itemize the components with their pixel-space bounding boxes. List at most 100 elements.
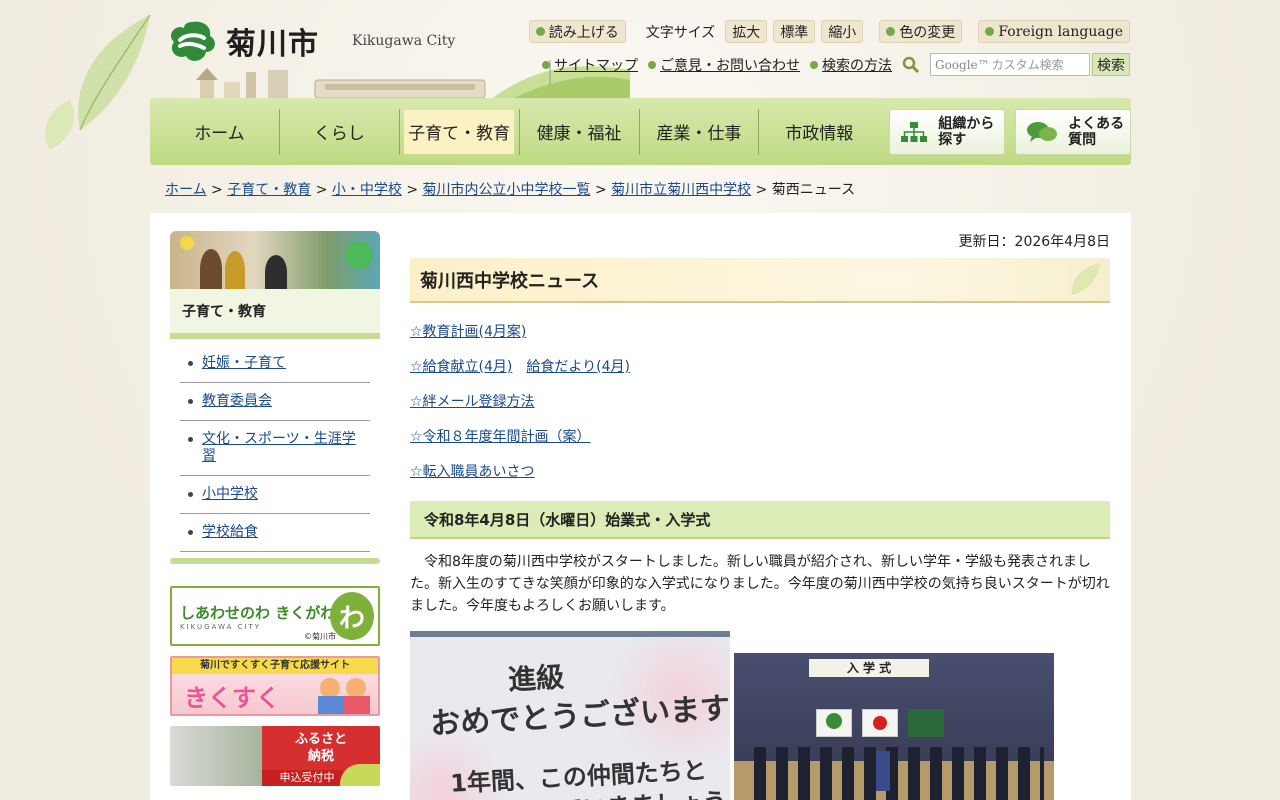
nav-industry-label: 産業・仕事 bbox=[656, 124, 742, 144]
breadcrumb-school-list[interactable]: 菊川市内公立小中学校一覧 bbox=[423, 182, 591, 198]
sidebar-item-culture-sports[interactable]: 文化・スポーツ・生涯学習 bbox=[180, 421, 370, 476]
nav-home-label: ホーム bbox=[194, 124, 245, 144]
ceremony-sign: 入 学 式 bbox=[809, 659, 929, 677]
kikusuku-banner[interactable]: 菊川ですくすく子育て応援サイト きくすく bbox=[170, 656, 380, 716]
link-row: ☆絆メール登録方法 bbox=[410, 391, 1110, 411]
search-input[interactable]: Google™ カスタム検索 bbox=[930, 53, 1090, 76]
banner1-credit: ©菊川市 bbox=[304, 632, 336, 641]
sidebar-item-label[interactable]: 文化・スポーツ・生涯学習 bbox=[202, 431, 356, 464]
utility-links: サイトマップ ご意見・お問い合わせ 検索の方法 Google™ カスタム検索 検… bbox=[542, 53, 1130, 76]
breadcrumb-separator: > bbox=[406, 182, 423, 198]
breadcrumb-separator: > bbox=[211, 182, 228, 198]
banner1-sub: KIKUGAWA CITY bbox=[180, 622, 262, 631]
kizuna-mail-link[interactable]: ☆絆メール登録方法 bbox=[410, 394, 535, 410]
color-change-button[interactable]: 色の変更 bbox=[879, 20, 963, 43]
sidebar-item-label[interactable]: 学校給食 bbox=[202, 524, 258, 540]
faq-button[interactable]: よくある 質問 bbox=[1015, 108, 1132, 155]
main-container: 子育て・教育 妊娠・子育て 教育委員会 文化・スポーツ・生涯学習 小中学校 学校… bbox=[150, 213, 1131, 800]
search-icon bbox=[902, 56, 920, 73]
sidebar-item-schools[interactable]: 小中学校 bbox=[180, 476, 370, 514]
wa-mark-icon: わ bbox=[330, 592, 374, 640]
foreign-language-button[interactable]: Foreign language bbox=[978, 20, 1130, 43]
leaf-decoration bbox=[45, 14, 151, 150]
link-row: ☆教育計画(4月案) bbox=[410, 321, 1110, 341]
nav-childcare-education[interactable]: 子育て・教育 bbox=[400, 108, 520, 155]
lunch-newsletter-link[interactable]: 給食だより(4月) bbox=[526, 359, 630, 375]
sidebar-item-school-lunch[interactable]: 学校給食 bbox=[180, 514, 370, 552]
nav-childcare-label: 子育て・教育 bbox=[404, 109, 515, 154]
breadcrumb-home[interactable]: ホーム bbox=[165, 182, 207, 198]
org-search-label: 組織から 探す bbox=[938, 115, 995, 148]
read-aloud-button[interactable]: 読み上げる bbox=[528, 20, 626, 43]
promotion-message-photo: 進級 おめでとうございます 1年間、この仲間たちと 一緒に頑張っていきましょう！ bbox=[410, 631, 730, 800]
search-method-link[interactable]: 検索の方法 bbox=[810, 55, 892, 75]
banner3-line2: 納税 bbox=[307, 749, 334, 764]
faq-label: よくある 質問 bbox=[1068, 115, 1125, 148]
logo-subtitle: Kikugawa City bbox=[352, 33, 456, 49]
breadcrumb-schools[interactable]: 小・中学校 bbox=[332, 182, 402, 198]
org-chart-icon bbox=[901, 121, 928, 142]
sidebar-item-label[interactable]: 小中学校 bbox=[202, 486, 258, 502]
leaf-icon bbox=[1071, 262, 1100, 295]
global-nav: ホーム くらし 子育て・教育 健康・福祉 産業・仕事 市政情報 組織から 探す … bbox=[150, 98, 1132, 165]
bullet-icon bbox=[535, 27, 545, 36]
sidebar-item-board-of-education[interactable]: 教育委員会 bbox=[180, 383, 370, 421]
font-standard-button[interactable]: 標準 bbox=[773, 20, 816, 43]
contact-label: ご意見・お問い合わせ bbox=[660, 57, 800, 74]
bullet-icon bbox=[886, 27, 896, 36]
google-mark: Google™ bbox=[935, 57, 990, 72]
sidebar-item-pregnancy-childcare[interactable]: 妊娠・子育て bbox=[180, 345, 370, 383]
breadcrumb-childcare[interactable]: 子育て・教育 bbox=[227, 182, 311, 198]
annual-plan-link[interactable]: ☆令和８年度年間計画（案） bbox=[410, 429, 591, 445]
link-row: ☆給食献立(4月) 給食だより(4月) bbox=[410, 356, 1110, 376]
sitemap-label: サイトマップ bbox=[554, 57, 638, 74]
sidebar: 子育て・教育 妊娠・子育て 教育委員会 文化・スポーツ・生涯学習 小中学校 学校… bbox=[170, 231, 380, 786]
search-button[interactable]: 検索 bbox=[1092, 53, 1130, 76]
document-links: ☆教育計画(4月案) ☆給食献立(4月) 給食だより(4月) ☆絆メール登録方法 … bbox=[410, 321, 1110, 481]
banner2-top: 菊川ですくすく子育て応援サイト bbox=[172, 658, 378, 674]
search-placeholder: カスタム検索 bbox=[991, 58, 1064, 72]
color-change-label: 色の変更 bbox=[899, 24, 956, 41]
utility-bar: 読み上げる 文字サイズ 拡大 標準 縮小 色の変更 Foreign langua… bbox=[528, 20, 1130, 43]
link-row: ☆令和８年度年間計画（案） bbox=[410, 426, 1110, 446]
sidebar-divider bbox=[170, 558, 380, 564]
section-heading: 令和8年4月8日（水曜日）始業式・入学式 bbox=[410, 501, 1110, 539]
education-plan-link[interactable]: ☆教育計画(4月案) bbox=[410, 324, 526, 340]
breadcrumb-school[interactable]: 菊川市立菊川西中学校 bbox=[611, 182, 751, 198]
nav-city-label: 市政情報 bbox=[785, 124, 854, 144]
read-aloud-label: 読み上げる bbox=[548, 24, 619, 41]
furusato-nozei-banner[interactable]: ふるさと 納税 申込受付中 bbox=[170, 726, 380, 786]
breadcrumb-separator: > bbox=[315, 182, 332, 198]
nav-city-info[interactable]: 市政情報 bbox=[759, 109, 879, 155]
new-staff-greeting-link[interactable]: ☆転入職員あいさつ bbox=[410, 464, 535, 480]
nav-industry-work[interactable]: 産業・仕事 bbox=[640, 108, 760, 155]
speech-bubble-icon bbox=[1027, 121, 1058, 142]
contact-link[interactable]: ご意見・お問い合わせ bbox=[648, 55, 800, 75]
photo-gallery: 進級 おめでとうございます 1年間、この仲間たちと 一緒に頑張っていきましょう！… bbox=[410, 631, 1110, 800]
org-search-button[interactable]: 組織から 探す bbox=[889, 108, 1006, 155]
page-title-text: 菊川西中学校ニュース bbox=[420, 270, 600, 292]
font-shrink-button[interactable]: 縮小 bbox=[821, 20, 864, 43]
breadcrumb-separator: > bbox=[594, 182, 612, 198]
sidebar-item-label[interactable]: 妊娠・子育て bbox=[202, 355, 286, 371]
sidebar-item-label[interactable]: 教育委員会 bbox=[202, 393, 272, 409]
sidebar-menu: 妊娠・子育て 教育委員会 文化・スポーツ・生涯学習 小中学校 学校給食 bbox=[170, 339, 380, 552]
search-form: Google™ カスタム検索 検索 bbox=[930, 53, 1130, 76]
page-title: 菊川西中学校ニュース bbox=[410, 258, 1110, 303]
font-enlarge-button[interactable]: 拡大 bbox=[725, 20, 768, 43]
shiawase-banner[interactable]: しあわせのわ きくがわ KIKUGAWA CITY ©菊川市 わ bbox=[170, 586, 380, 646]
bullet-icon bbox=[810, 60, 818, 69]
link-row: ☆転入職員あいさつ bbox=[410, 461, 1110, 481]
font-size-label: 文字サイズ bbox=[645, 24, 716, 41]
nav-health-welfare[interactable]: 健康・福祉 bbox=[520, 108, 640, 155]
nav-home[interactable]: ホーム bbox=[160, 108, 280, 155]
breadcrumb-separator: > bbox=[755, 182, 772, 198]
updated-date: 更新日：2026年4月8日 bbox=[958, 234, 1110, 250]
lunch-menu-link[interactable]: ☆給食献立(4月) bbox=[410, 359, 512, 375]
site-logo[interactable]: 菊川市 bbox=[166, 18, 319, 64]
logo-text: 菊川市 bbox=[226, 27, 319, 62]
nav-living[interactable]: くらし bbox=[280, 108, 400, 155]
bullet-icon bbox=[985, 27, 995, 36]
banner3-line1: ふるさと bbox=[294, 732, 347, 747]
sitemap-link[interactable]: サイトマップ bbox=[542, 55, 638, 75]
